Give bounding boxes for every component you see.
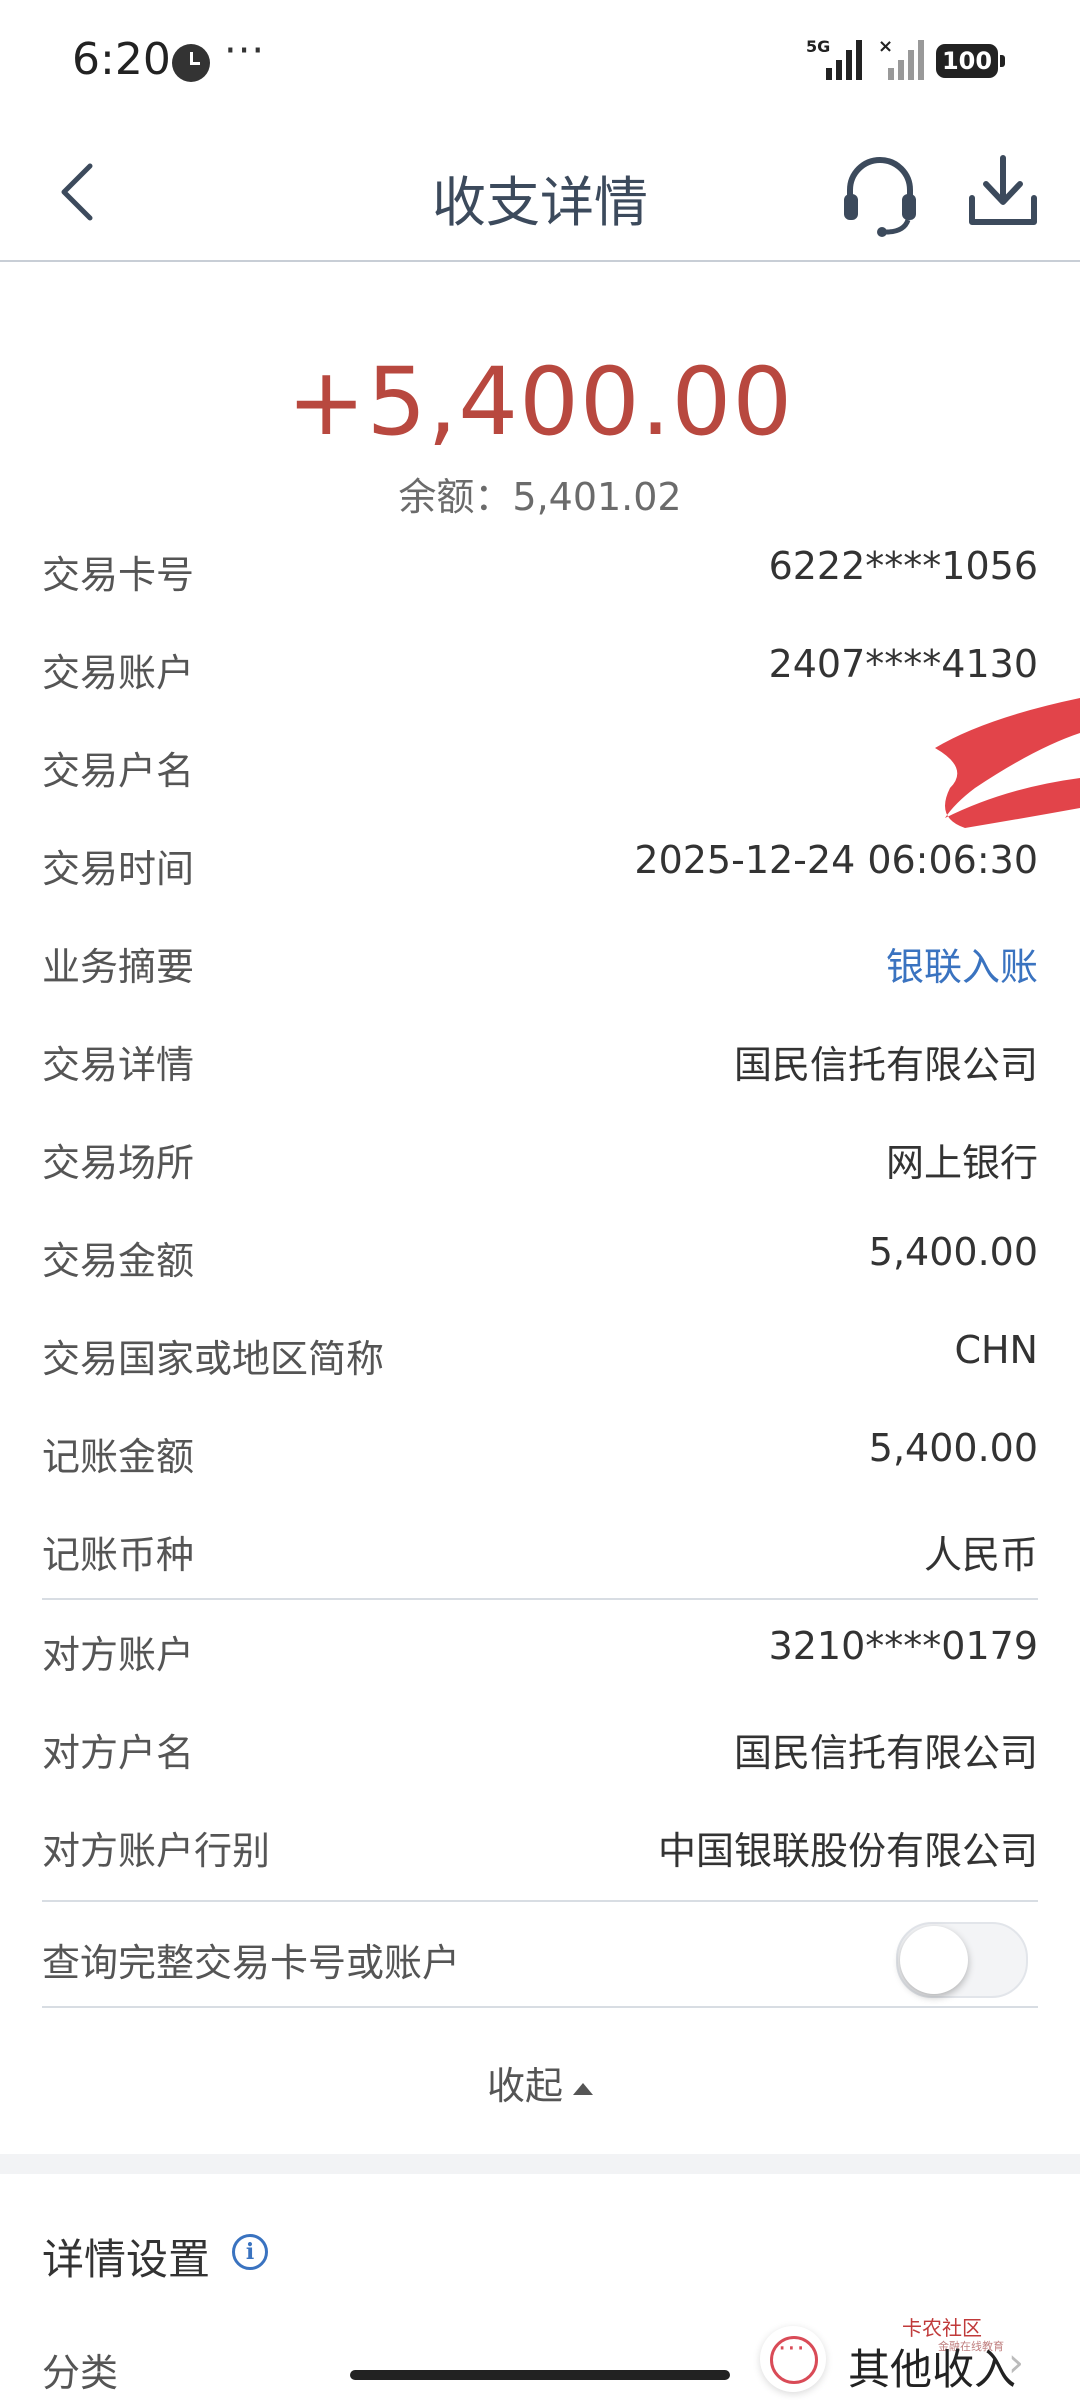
app-header: 收支详情 — [0, 120, 1080, 262]
toggle-knob — [900, 1926, 968, 1994]
detail-row-time: 交易时间 2025-12-24 06:06:30 — [42, 814, 1038, 912]
detail-value: CHN — [954, 1328, 1038, 1372]
download-button[interactable] — [966, 152, 1040, 230]
network-label: 5G — [806, 37, 830, 56]
balance-label: 余额： — [398, 475, 513, 519]
detail-value: 国民信托有限公司 — [733, 1043, 1038, 1087]
battery-icon: 100 — [936, 44, 1005, 78]
more-notifications-icon: ··· — [224, 28, 266, 74]
section-gap — [0, 2154, 1080, 2174]
detail-label: 业务摘要 — [42, 945, 195, 989]
detail-label: 交易账户 — [42, 651, 195, 695]
detail-label: 记账金额 — [42, 1435, 195, 1479]
detail-row-amount: 交易金额 5,400.00 — [42, 1206, 1038, 1304]
detail-label: 交易时间 — [42, 847, 195, 891]
detail-row-account-name: 交易户名 — [42, 716, 1038, 814]
detail-row-counterparty-account: 对方账户 3210****0179 — [42, 1600, 1038, 1698]
collapse-button[interactable]: 收起 — [0, 2055, 1080, 2110]
settings-title: 详情设置 — [42, 2235, 211, 2284]
transaction-amount: +5,400.00 — [286, 348, 794, 457]
svg-text:×: × — [878, 36, 893, 57]
category-label: 分类 — [42, 2351, 119, 2395]
category-value: 其他收入 — [848, 2345, 1017, 2394]
signal-5g-icon: 5G — [806, 37, 862, 80]
signal-no-service-icon: × — [878, 36, 924, 80]
detail-label: 对方账户行别 — [42, 1829, 271, 1873]
detail-row-counterparty-bank: 对方账户行别 中国银联股份有限公司 — [42, 1796, 1038, 1894]
detail-label: 交易场所 — [42, 1141, 195, 1185]
home-indicator[interactable] — [350, 2370, 730, 2380]
detail-row-country: 交易国家或地区简称 CHN — [42, 1304, 1038, 1402]
detail-value: 网上银行 — [885, 1141, 1038, 1185]
full-number-toggle-switch[interactable] — [896, 1922, 1028, 1998]
detail-row-description: 交易详情 国民信托有限公司 — [42, 1010, 1038, 1108]
redaction-mark — [935, 698, 1080, 828]
detail-row-card-number: 交易卡号 6222****1056 — [42, 520, 1038, 618]
detail-value: 中国银联股份有限公司 — [657, 1829, 1038, 1873]
detail-value: 人民币 — [923, 1533, 1038, 1577]
detail-row-summary: 业务摘要 银联入账 — [42, 912, 1038, 1010]
detail-row-location: 交易场所 网上银行 — [42, 1108, 1038, 1206]
category-selector[interactable]: ··· 其他收入 › — [760, 2326, 1060, 2400]
detail-label: 记账币种 — [42, 1533, 195, 1577]
customer-service-button[interactable] — [838, 148, 922, 238]
detail-value: 5,400.00 — [868, 1426, 1038, 1470]
detail-value: 6222****1056 — [768, 544, 1038, 588]
detail-label: 交易户名 — [42, 749, 195, 793]
status-time: 6:20 — [72, 34, 171, 85]
transaction-details: 交易卡号 6222****1056 交易账户 2407****4130 交易户名… — [42, 520, 1038, 1894]
balance-value: 5,401.02 — [512, 475, 682, 519]
detail-value: 5,400.00 — [868, 1230, 1038, 1274]
detail-label: 交易国家或地区简称 — [42, 1337, 385, 1381]
chevron-right-icon: › — [1008, 2340, 1024, 2386]
toggle-label: 查询完整交易卡号或账户 — [42, 1941, 461, 1985]
detail-row-account: 交易账户 2407****4130 — [42, 618, 1038, 716]
dots-icon: ··· — [778, 2334, 806, 2364]
detail-label: 对方账户 — [42, 1633, 195, 1677]
detail-value: 3210****0179 — [768, 1624, 1038, 1668]
summary-link[interactable]: 银联入账 — [886, 936, 1038, 991]
detail-row-currency: 记账币种 人民币 — [42, 1500, 1038, 1598]
detail-label: 交易详情 — [42, 1043, 195, 1087]
info-icon[interactable]: i — [232, 2234, 268, 2270]
detail-row-counterparty-name: 对方户名 国民信托有限公司 — [42, 1698, 1038, 1796]
detail-row-posted-amount: 记账金额 5,400.00 — [42, 1402, 1038, 1500]
detail-label: 交易金额 — [42, 1239, 195, 1283]
detail-value: 2025-12-24 06:06:30 — [634, 838, 1038, 882]
clock-icon — [172, 44, 210, 82]
other-category-icon: ··· — [760, 2326, 826, 2392]
detail-label: 对方户名 — [42, 1731, 195, 1775]
full-number-toggle-row: 查询完整交易卡号或账户 — [42, 1900, 1038, 2008]
detail-label: 交易卡号 — [42, 553, 195, 597]
balance-row: 余额：5,401.02 — [0, 466, 1080, 521]
collapse-label: 收起 — [486, 2064, 563, 2108]
caret-up-icon — [573, 2082, 593, 2095]
detail-value: 国民信托有限公司 — [733, 1731, 1038, 1775]
status-bar: 6:20 ··· 5G × 100 — [0, 0, 1080, 120]
